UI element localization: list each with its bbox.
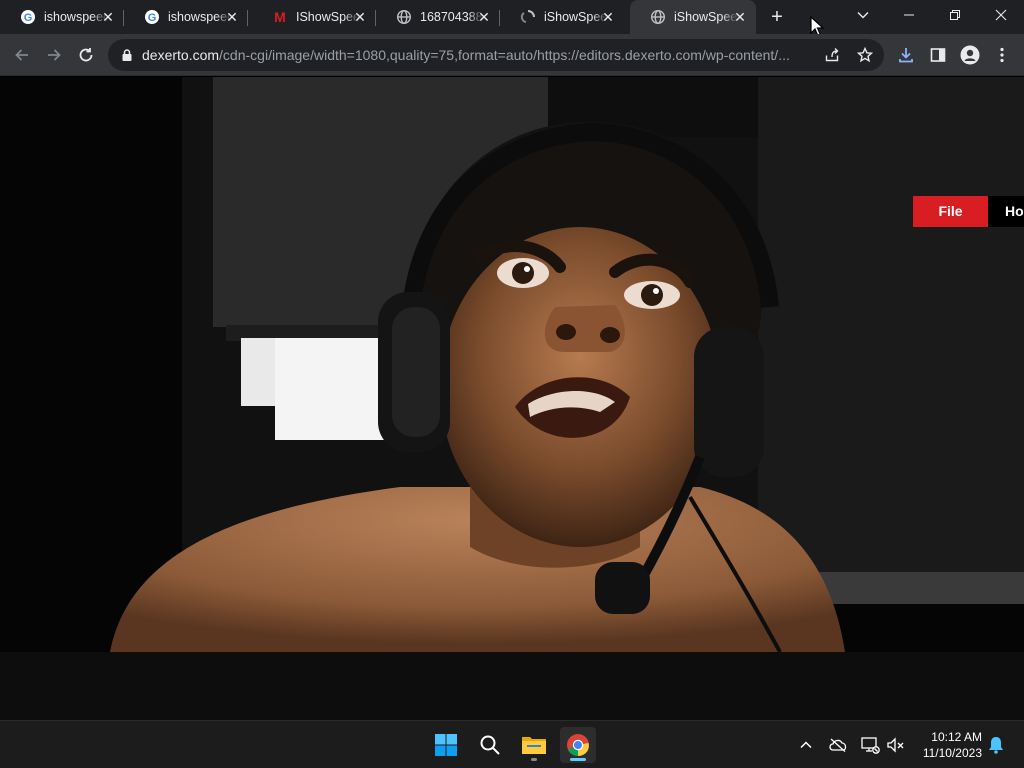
minimize-button[interactable]: [886, 0, 932, 30]
onedrive-button[interactable]: [826, 733, 850, 757]
clock-date: 11/10/2023: [922, 746, 982, 760]
home-button-partial: Ho: [988, 196, 1024, 227]
tab-search-button[interactable]: [840, 0, 886, 30]
url-text[interactable]: dexerto.com/cdn-cgi/image/width=1080,qua…: [142, 47, 814, 63]
close-tab-icon[interactable]: ✕: [600, 9, 616, 25]
tab-6-active[interactable]: iShowSpeed ✕: [630, 0, 756, 34]
m-logo-icon: M: [272, 9, 288, 25]
tab-title: iShowSpeed: [544, 10, 608, 24]
taskbar-clock[interactable]: 10:12 AM 11/10/2023: [914, 729, 982, 761]
tab-1[interactable]: G ishowspeed ✕: [0, 0, 124, 34]
windows-start-icon: [435, 734, 457, 756]
bell-icon: [989, 737, 1003, 754]
image-photo: File Ho: [0, 77, 1024, 652]
network-button[interactable]: [858, 733, 882, 757]
tab-3[interactable]: M IShowSpeed ✕: [252, 0, 376, 34]
star-icon: [857, 47, 873, 63]
download-icon: [899, 48, 913, 63]
loading-spinner-icon: [520, 9, 536, 25]
menu-button[interactable]: [988, 41, 1016, 69]
close-tab-icon[interactable]: ✕: [352, 9, 368, 25]
notifications-button[interactable]: [984, 733, 1008, 757]
minimize-icon: [904, 14, 914, 16]
chrome-icon: [567, 734, 589, 757]
tab-title: 1687043888: [420, 10, 484, 24]
downloads-button[interactable]: [892, 41, 920, 69]
new-tab-button[interactable]: +: [764, 5, 790, 29]
tab-5[interactable]: iShowSpeed ✕: [500, 0, 624, 34]
search-icon: [480, 735, 500, 755]
globe-icon: [650, 9, 666, 25]
bookmark-button[interactable]: [855, 45, 875, 65]
browser-toolbar: dexerto.com/cdn-cgi/image/width=1080,qua…: [0, 34, 1024, 76]
url-host: dexerto.com: [142, 47, 220, 63]
restore-button[interactable]: [932, 0, 978, 30]
tab-title: ishowspeed: [44, 10, 108, 24]
close-window-button[interactable]: [978, 0, 1024, 30]
back-arrow-icon: [15, 49, 28, 61]
clock-time: 10:12 AM: [931, 730, 982, 744]
file-button: File: [913, 196, 988, 227]
chevron-up-icon: [800, 741, 812, 749]
more-vertical-icon: [1000, 47, 1004, 63]
back-button[interactable]: [8, 41, 36, 69]
forward-arrow-icon: [48, 49, 61, 61]
show-hidden-icons-button[interactable]: [794, 733, 818, 757]
reload-icon: [79, 48, 93, 62]
url-path: /cdn-cgi/image/width=1080,quality=75,for…: [219, 47, 790, 63]
tab-title: iShowSpeed: [674, 10, 738, 24]
volume-muted-icon: [887, 737, 904, 753]
side-panel-button[interactable]: [924, 41, 952, 69]
network-icon: [861, 737, 880, 754]
close-icon: [995, 9, 1007, 21]
volume-button[interactable]: [884, 733, 908, 757]
address-bar[interactable]: dexerto.com/cdn-cgi/image/width=1080,qua…: [108, 39, 884, 71]
forward-button[interactable]: [40, 41, 68, 69]
globe-icon: [396, 9, 412, 25]
tab-2[interactable]: G ishowspeed ✕: [124, 0, 248, 34]
tab-title: ishowspeed: [168, 10, 232, 24]
chevron-down-icon: [857, 12, 869, 19]
page-bottom-area: [0, 652, 1024, 720]
chrome-taskbar-button[interactable]: [560, 727, 596, 763]
start-button[interactable]: [428, 727, 464, 763]
file-explorer-icon: [522, 737, 546, 754]
close-tab-icon[interactable]: ✕: [732, 9, 748, 25]
photo-illustration: [0, 77, 1024, 652]
tab-title: IShowSpeed: [296, 10, 360, 24]
tab-strip: G ishowspeed ✕ G ishowspeed ✕ M IShowSpe…: [0, 0, 1024, 37]
share-icon: [825, 48, 839, 62]
profile-button[interactable]: [956, 41, 984, 69]
lock-icon[interactable]: [120, 48, 134, 62]
windows-taskbar: 10:12 AM 11/10/2023: [0, 720, 1024, 768]
restore-icon: [950, 10, 960, 20]
close-tab-icon[interactable]: ✕: [100, 9, 116, 25]
google-icon: G: [144, 9, 160, 25]
svg-text:M: M: [274, 9, 286, 25]
reload-button[interactable]: [72, 41, 100, 69]
svg-text:G: G: [148, 12, 157, 24]
page-content: File Ho: [0, 77, 1024, 720]
file-explorer-button[interactable]: [516, 727, 552, 763]
search-button[interactable]: [472, 727, 508, 763]
share-button[interactable]: [822, 45, 842, 65]
side-panel-icon: [930, 48, 946, 62]
close-tab-icon[interactable]: ✕: [224, 9, 240, 25]
profile-icon: [960, 45, 980, 65]
tab-4[interactable]: 1687043888 ✕: [376, 0, 500, 34]
close-tab-icon[interactable]: ✕: [476, 9, 492, 25]
cloud-offline-icon: [829, 738, 847, 752]
svg-text:G: G: [24, 12, 33, 24]
google-icon: G: [20, 9, 36, 25]
